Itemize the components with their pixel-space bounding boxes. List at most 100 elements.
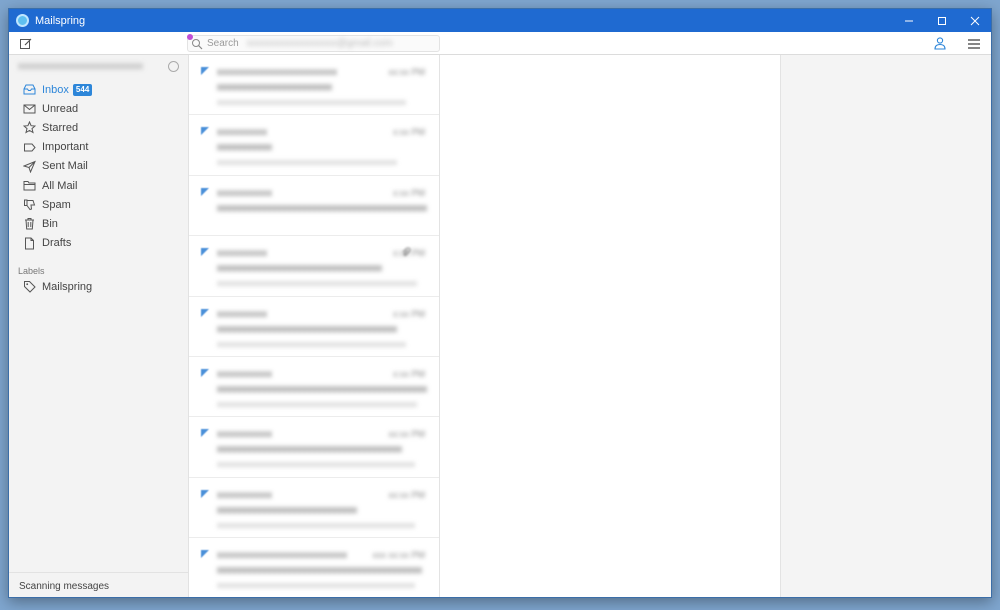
thumbs-down-icon [24, 199, 36, 211]
sidebar-item-label: Spam [42, 198, 71, 211]
message-time: xx:xx PM [388, 67, 425, 77]
sidebar-item-label: Unread [42, 102, 79, 115]
unread-flag-icon [201, 368, 209, 377]
message-sender: xxxxxxxxxx [217, 308, 267, 320]
sidebar-item-bin[interactable]: Bin [23, 214, 188, 233]
message-snippet: xxxxxxxxxxxxxxxxxxxxxxxxxxxxxxxxxxxxxxxx [217, 157, 397, 168]
message-snippet: xxxxxxxxxxxxxxxxxxxxxxxxxxxxxxxxxxxxxxxx… [217, 519, 415, 530]
message-subject: xxxxxxxxxxxxxxxxxxxxxxxxxxxxxxxxxxxxx [217, 444, 402, 456]
sidebar-item-label: All Mail [42, 179, 78, 192]
sidebar-item-label: Bin [42, 217, 58, 230]
labels-heading: Labels [18, 266, 45, 276]
list-item[interactable]: xxxxxxxxxxx xx:xx PM xxxxxxxxxxxxxxxxxxx… [189, 417, 439, 478]
message-time: x:xx PM [392, 127, 425, 138]
list-item[interactable]: xxxxxxxxxxx x:xx PM xxxxxxxxxxxxxxxxxxxx… [189, 357, 439, 418]
unread-flag-icon [201, 187, 209, 196]
unread-flag-icon [201, 308, 209, 317]
list-item[interactable]: xxxxxxxxxxx x:xx PM xxxxxxxxxxxxxxxxxxxx… [189, 176, 439, 237]
sidebar-item-label: Starred [42, 121, 79, 134]
close-button[interactable] [958, 9, 991, 32]
sidebar-item-important[interactable]: Important [23, 138, 188, 157]
star-icon [23, 121, 36, 135]
mailspring-logo-icon [16, 14, 29, 27]
window-controls [892, 9, 991, 32]
message-snippet: xxxxxxxxxxxxxxxxxxxxxxxxxxxxxxxxxxxxxxxx… [217, 278, 417, 289]
sidebar-item-mailspring-label[interactable]: Mailspring [23, 277, 188, 296]
message-snippet: xxxxxxxxxxxxxxxxxxxxxxxxxxxxxxxxxxxxxxxx… [217, 398, 417, 409]
list-item[interactable]: xxxxxxxxxxxxxxxxxxxxxxxx xx:xx PM xxxxxx… [189, 55, 439, 116]
message-time: xx:xx PM [388, 429, 425, 440]
message-time: x:xx PM [392, 187, 425, 198]
list-item[interactable]: xxxxxxxxxx x:xx PM xxxxxxxxxxx xxxxxxxxx… [189, 115, 439, 176]
search-account: xxxxxxxxxxxxxxxxxx@gmail.com [246, 38, 393, 49]
document-icon [25, 237, 34, 250]
message-sender: xxxxxxxxxxx [217, 187, 272, 199]
chevron-down-icon[interactable] [168, 61, 179, 72]
menu-icon[interactable] [967, 37, 981, 51]
compose-icon[interactable] [19, 37, 33, 51]
sidebar-item-spam[interactable]: Spam [23, 195, 188, 214]
message-snippet: xxxxxxxxxxxxxxxxxxxxxxxxxxxxxxxxxxxxxxxx… [217, 459, 415, 470]
list-item[interactable]: xxxxxxxxxxxxxxxxxxxxxxxxxx xxx xx:xx PM … [189, 538, 439, 597]
message-sender: xxxxxxxxxxx [217, 489, 272, 501]
folder-list: Inbox 544 Unread Starred Important Sent … [23, 80, 188, 253]
unread-flag-icon [201, 429, 209, 438]
message-time: x:xx PM [392, 308, 425, 319]
sidebar-item-label: Important [42, 141, 89, 154]
message-sender: xxxxxxxxxx [217, 248, 267, 260]
sidebar: xxxxxxxxxxxxxxxxxxxxxxxxxxxxxx Inbox 544… [9, 55, 189, 597]
message-time: xxx xx:xx PM [372, 550, 425, 561]
message-subject: xxxxxxxxxxxxxxxxxxxxxxxxxxxxxxxxxxxx [217, 323, 397, 335]
tag-icon [24, 281, 36, 293]
sidebar-item-starred[interactable]: Starred [23, 118, 188, 137]
person-icon[interactable] [933, 36, 947, 50]
labels-list: Mailspring [23, 277, 188, 296]
sync-status: Scanning messages [9, 572, 188, 597]
sidebar-item-all-mail[interactable]: All Mail [23, 176, 188, 195]
unread-flag-icon [201, 127, 209, 136]
message-time: x:xx PM [392, 368, 425, 379]
sidebar-item-inbox[interactable]: Inbox 544 [23, 80, 188, 99]
contact-sidebar [780, 55, 991, 597]
message-list: xxxxxxxxxxxxxxxxxxxxxxxx xx:xx PM xxxxxx… [189, 55, 440, 597]
sidebar-item-label: Inbox [42, 83, 69, 96]
message-sender: xxxxxxxxxx [217, 127, 267, 139]
unread-flag-icon [201, 489, 209, 498]
app-window: Mailspring Search xxxxxxxxxxxxxxxxxx@gma… [8, 8, 992, 598]
maximize-icon [937, 16, 946, 25]
search-input[interactable]: Search xxxxxxxxxxxxxxxxxx@gmail.com [187, 34, 440, 52]
sidebar-item-sent-mail[interactable]: Sent Mail [23, 157, 188, 176]
close-icon [970, 16, 979, 25]
list-item[interactable]: xxxxxxxxxx x:xx PM xxxxxxxxxxxxxxxxxxxxx… [189, 297, 439, 357]
sidebar-item-unread[interactable]: Unread [23, 99, 188, 118]
list-item[interactable]: xxxxxxxxxxx xx:xx PM xxxxxxxxxxxxxxxxxxx… [189, 478, 439, 539]
trash-icon [25, 218, 34, 230]
minimize-button[interactable] [892, 9, 925, 32]
message-snippet: xxxxxxxxxxxxxxxxxxxxxxxxxxxxxxxxxxxxxxxx… [217, 97, 406, 107]
search-icon [192, 38, 203, 49]
message-snippet: xxxxxxxxxxxxxxxxxxxxxxxxxxxxxxxxxxxxxxxx… [217, 580, 415, 591]
message-subject: xxxxxxxxxxx [217, 142, 272, 154]
send-icon [23, 160, 36, 173]
unread-count-badge: 544 [72, 83, 93, 96]
title-bar[interactable]: Mailspring [9, 9, 991, 32]
toolbar: Search xxxxxxxxxxxxxxxxxx@gmail.com [9, 32, 991, 55]
message-subject: xxxxxxxxxxxxxxxxxxxxxxxxxxxxxxxxxxxxxxxx… [217, 565, 422, 577]
message-sender: xxxxxxxxxxx [217, 429, 272, 441]
message-subject: xxxxxxxxxxxxxxxxxxxxxxxxxxxxxxxxxxxxxxxx… [217, 202, 427, 214]
unread-flag-icon [201, 550, 209, 559]
maximize-button[interactable] [925, 9, 958, 32]
reading-pane [440, 55, 780, 597]
list-item[interactable]: xxxxxxxxxx x:xx PM xxxxxxxxxxxxxxxxxxxxx… [189, 236, 439, 297]
account-header[interactable]: xxxxxxxxxxxxxxxxxxxxxxxxxxxxxx [18, 61, 179, 75]
window-title: Mailspring [35, 14, 86, 27]
sidebar-item-drafts[interactable]: Drafts [23, 234, 188, 253]
message-sender: xxxxxxxxxxx [217, 368, 272, 380]
mail-icon [23, 104, 36, 114]
message-subject: xxxxxxxxxxxxxxxxxxxxxxxxxxxxxxxxxxxxxxxx… [217, 383, 427, 395]
message-time: xx:xx PM [388, 489, 425, 500]
account-name: xxxxxxxxxxxxxxxxxxxxxxxxxxxxxx [18, 61, 143, 72]
unread-flag-icon [201, 67, 209, 75]
message-time: x:xx PM [392, 248, 425, 259]
unread-flag-icon [201, 248, 209, 257]
